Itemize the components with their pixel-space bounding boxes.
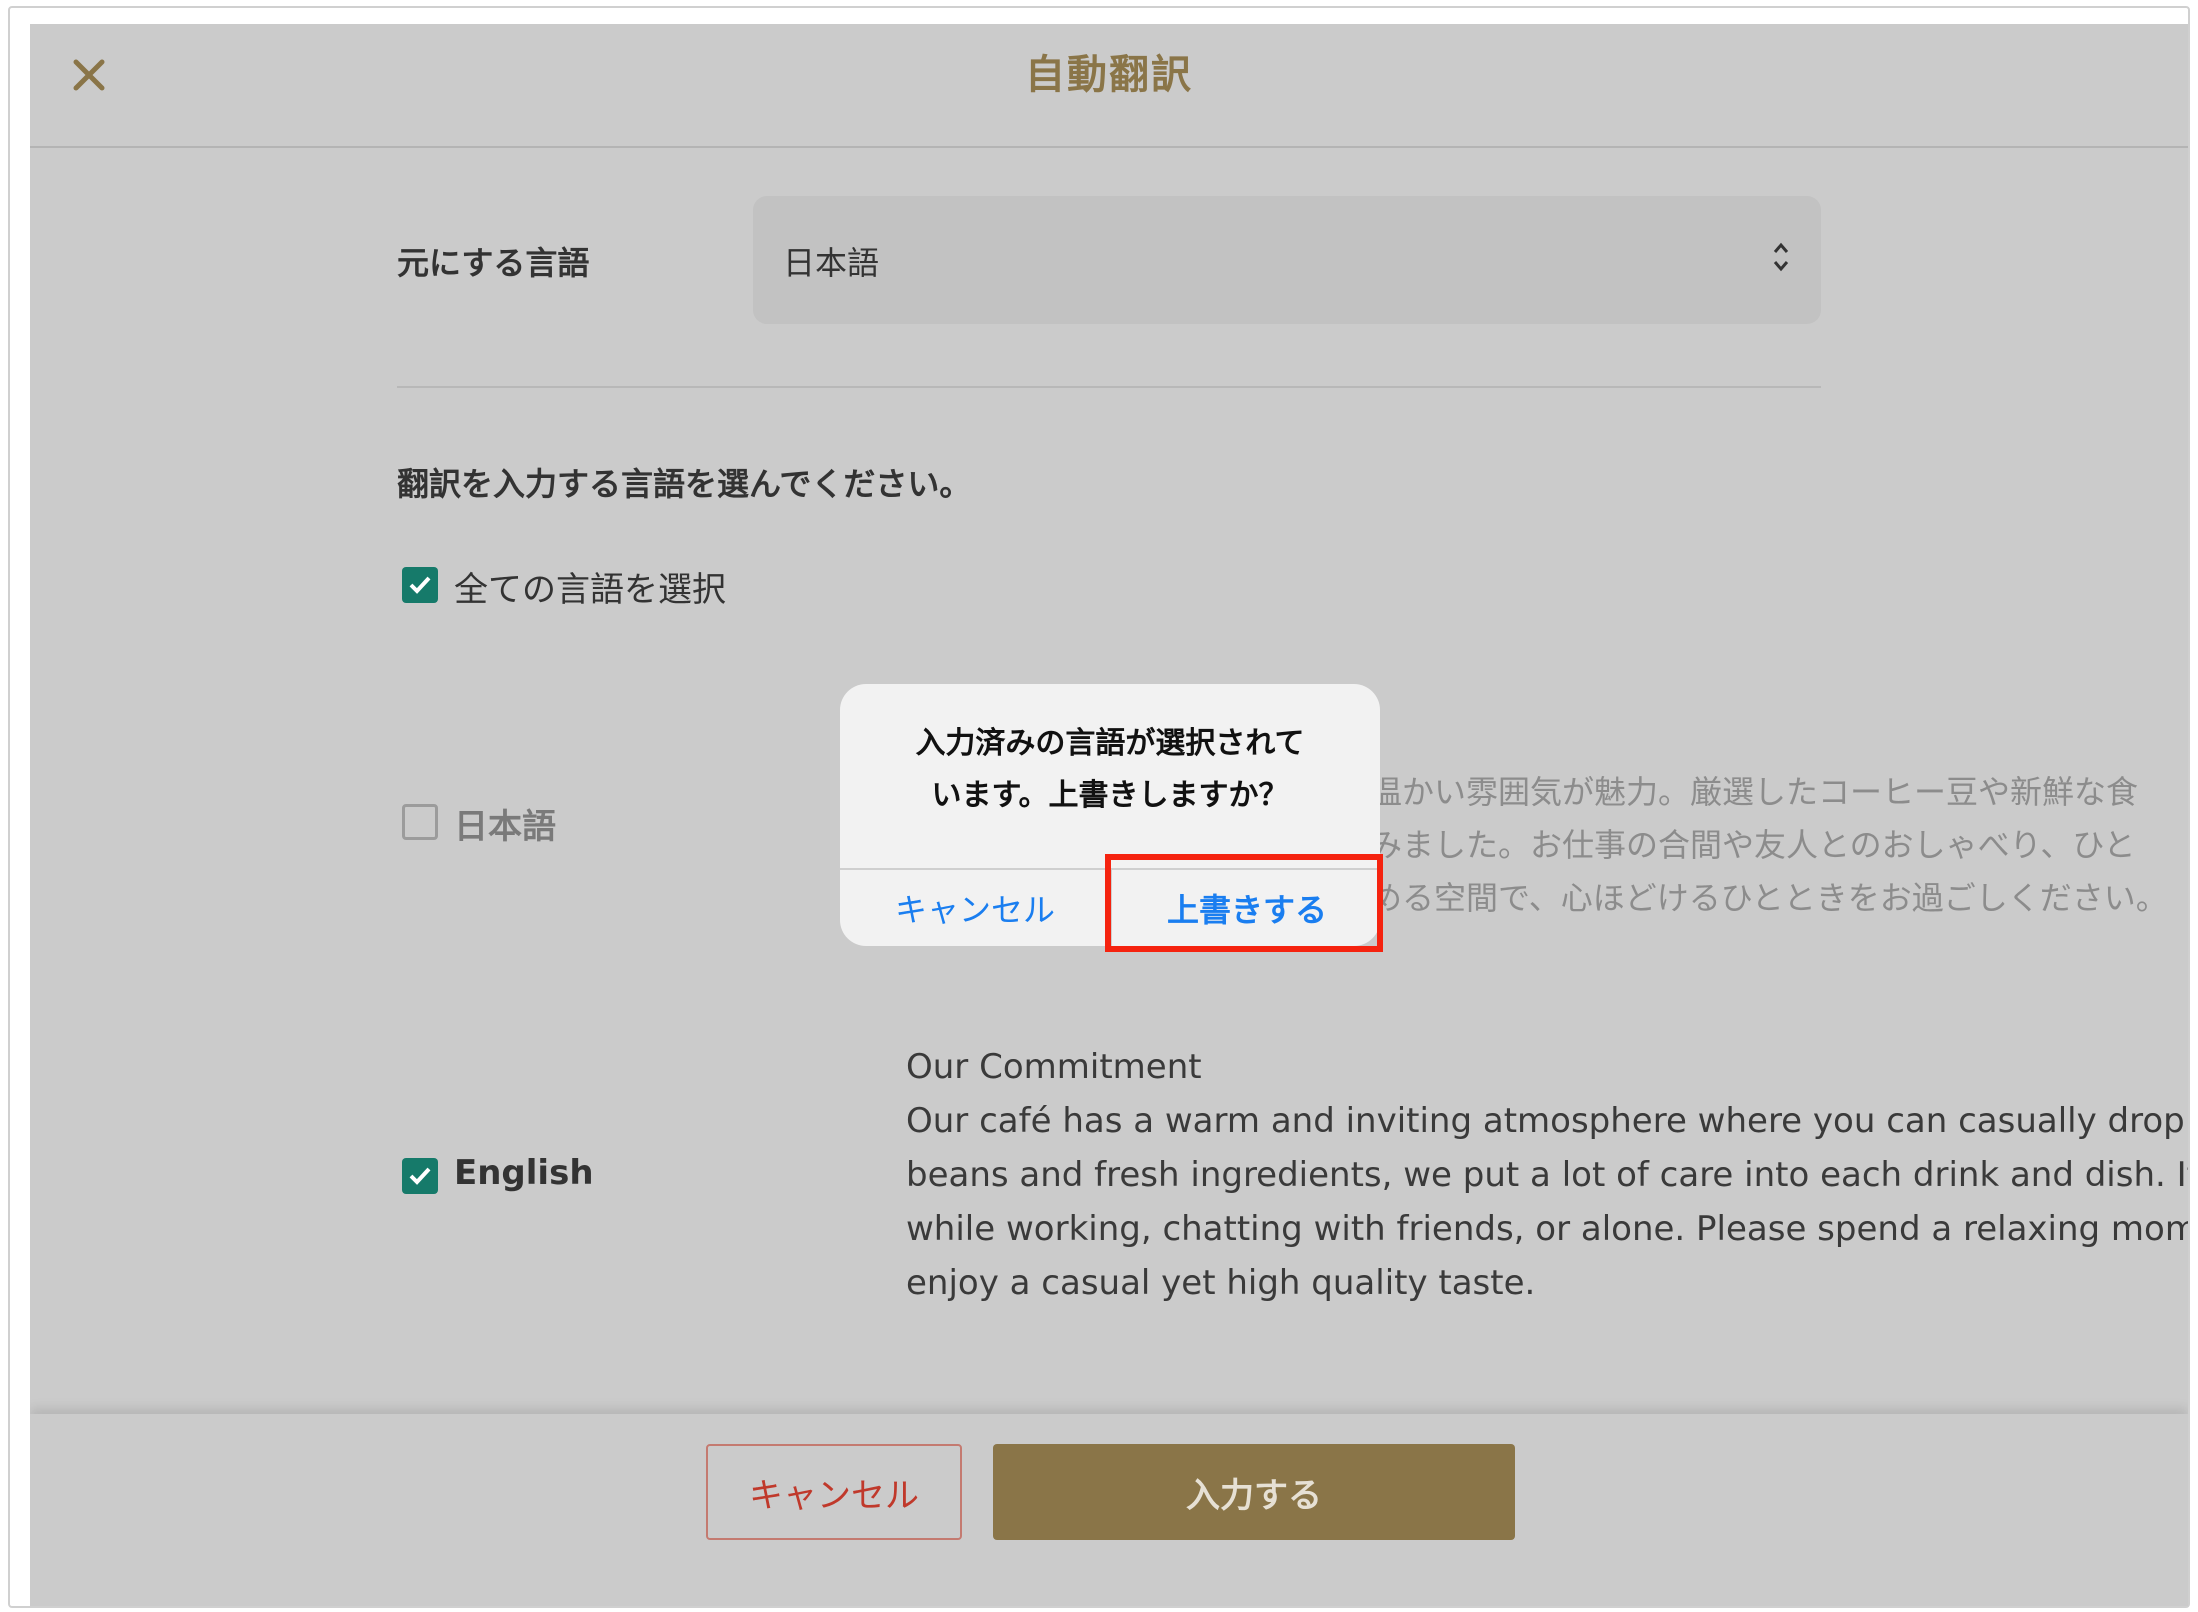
japanese-translation-text: 温かい雰囲気が魅力。厳選したコーヒー豆や新鮮な食 みました。お仕事の合間や友人と… (1370, 766, 2188, 925)
english-translation-text: Our Commitment Our café has a warm and i… (906, 1040, 2188, 1310)
japanese-checkbox[interactable] (402, 804, 438, 840)
auto-translate-screen: 自動翻訳 元にする言語 日本語 翻訳を入力する言語を選んでください。 全ての言語… (30, 24, 2188, 1606)
english-label: English (454, 1153, 594, 1193)
english-text-line: enjoy a casual yet high quality taste. (906, 1263, 1536, 1303)
window-frame: 自動翻訳 元にする言語 日本語 翻訳を入力する言語を選んでください。 全ての言語… (8, 6, 2190, 1608)
japanese-label: 日本語 (454, 807, 556, 847)
japanese-text-line: 温かい雰囲気が魅力。厳選したコーヒー豆や新鮮な食 (1370, 773, 2139, 811)
divider (397, 386, 1821, 388)
select-all-checkbox[interactable] (402, 567, 438, 603)
english-text-line: beans and fresh ingredients, we put a lo… (906, 1155, 2188, 1195)
english-text-line: Our café has a warm and inviting atmosph… (906, 1101, 2188, 1141)
english-checkbox[interactable] (402, 1158, 438, 1194)
japanese-text-line: みました。お仕事の合間や友人とのおしゃべり、ひと (1370, 826, 2136, 864)
select-arrows-icon (1773, 242, 1789, 272)
highlight-box (1105, 854, 1383, 952)
page-title: 自動翻訳 (1025, 52, 1193, 98)
check-icon (409, 1167, 431, 1185)
dialog-message: 入力済みの言語が選択されて います。上書きしますか？ (840, 718, 1380, 822)
footer: キャンセル 入力する (30, 1414, 2188, 1606)
english-text-line: Our Commitment (906, 1047, 1202, 1087)
dialog-message-line: います。上書きしますか？ (931, 778, 1289, 813)
check-icon (409, 576, 431, 594)
source-language-label: 元にする言語 (397, 244, 590, 282)
dialog-cancel-button[interactable]: キャンセル (840, 870, 1110, 946)
select-all-label: 全ての言語を選択 (454, 570, 726, 610)
japanese-text-line: める空間で、心ほどけるひとときをお過ごしください。 (1370, 879, 2168, 917)
dialog-message-line: 入力済みの言語が選択されて (915, 726, 1305, 761)
instruction-text: 翻訳を入力する言語を選んでください。 (397, 465, 972, 503)
english-text-line: while working, chatting with friends, or… (906, 1209, 2188, 1249)
header: 自動翻訳 (30, 24, 2188, 148)
source-language-select[interactable]: 日本語 (753, 196, 1821, 324)
source-language-value: 日本語 (783, 244, 880, 282)
submit-button[interactable]: 入力する (993, 1444, 1515, 1540)
cancel-button[interactable]: キャンセル (706, 1444, 962, 1540)
